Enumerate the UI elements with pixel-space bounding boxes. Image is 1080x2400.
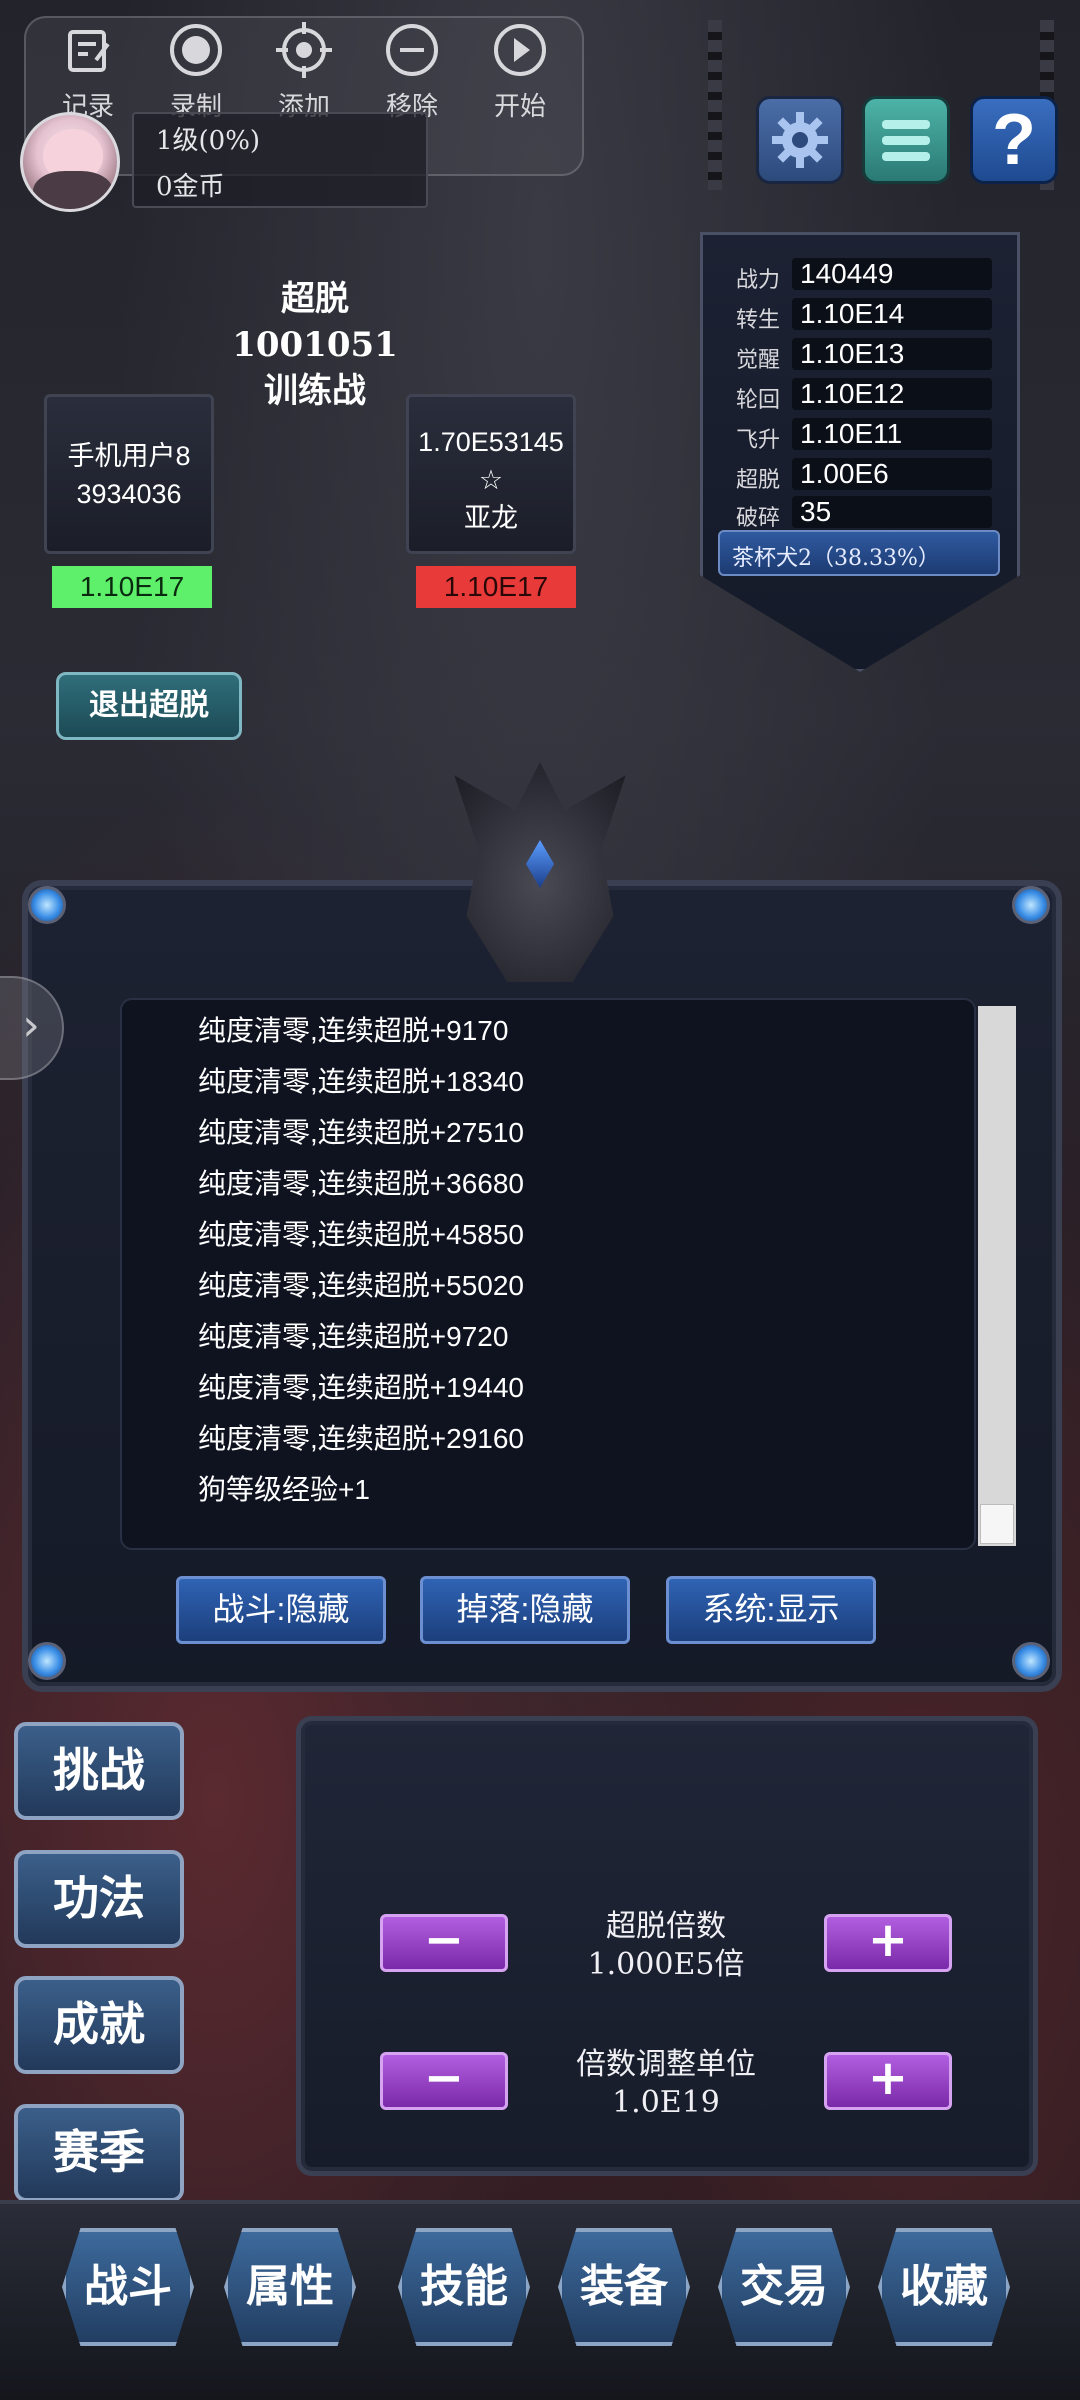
log-line: 纯度清零,连续超脱+19440: [198, 1372, 524, 1403]
stat-label: 轮回: [736, 388, 781, 413]
stat-value: 1.00E6: [800, 458, 889, 489]
log-line: 纯度清零,连续超脱+29160: [198, 1423, 524, 1454]
player-fighter-id: 3934036: [76, 479, 182, 509]
stat-value: 1.10E13: [800, 338, 905, 369]
stat-value: 140449: [800, 258, 894, 289]
corner-orb: [28, 1642, 66, 1680]
nav-trade[interactable]: 交易: [718, 2228, 850, 2346]
log-line: 纯度清零,连续超脱+36680: [198, 1168, 524, 1199]
exit-transcend-button[interactable]: 退出超脱: [56, 672, 242, 740]
stat-label: 超脱: [736, 468, 781, 493]
stat-row-samsara: 轮回 1.10E12: [736, 378, 992, 413]
unit-increase-button[interactable]: +: [824, 2052, 952, 2110]
achievement-button[interactable]: 成就: [14, 1976, 184, 2074]
nav-equipment[interactable]: 装备: [558, 2228, 690, 2346]
unit-decrease-button[interactable]: −: [380, 2052, 508, 2110]
stat-row-rebirth: 转生 1.10E14: [736, 298, 992, 333]
settings-button[interactable]: [756, 96, 844, 184]
enemy-fighter-card: 1.70E53145 ☆ 亚龙: [406, 394, 576, 554]
nav-collection[interactable]: 收藏: [878, 2228, 1010, 2346]
recorder-start-button[interactable]: 开始: [470, 22, 570, 162]
stat-label: 破碎: [736, 506, 781, 531]
player-fighter-name: 手机用户8: [67, 441, 191, 471]
stat-value: 1.10E11: [800, 418, 903, 449]
unit-label: 倍数调整单位: [576, 2047, 756, 2082]
gear-icon: [772, 112, 828, 168]
menu-icon: [882, 120, 930, 161]
unit-value: 1.0E19: [612, 2085, 720, 2120]
player-fighter-card: 手机用户8 3934036: [44, 394, 214, 554]
enemy-name: 亚龙: [464, 503, 518, 533]
nav-battle[interactable]: 战斗: [62, 2228, 194, 2346]
rate-label: 超脱倍数: [606, 1909, 726, 1944]
stat-row-ascend: 飞升 1.10E11: [736, 418, 992, 453]
enemy-hp-bar: 1.10E17: [416, 566, 576, 608]
rate-increase-button[interactable]: +: [824, 1914, 952, 1972]
stat-label: 战力: [736, 268, 781, 293]
nav-attributes[interactable]: 属性: [224, 2228, 356, 2346]
filter-system-button[interactable]: 系统:显示: [666, 1576, 876, 1644]
stat-value: 1.10E14: [800, 298, 905, 329]
log-line: 纯度清零,连续超脱+55020: [198, 1270, 524, 1301]
stat-value: 35: [800, 496, 832, 527]
unit-display: 倍数调整单位 1.0E19: [536, 2046, 796, 2122]
corner-orb: [1012, 1642, 1050, 1680]
log-line: 纯度清零,连续超脱+9170: [198, 1015, 509, 1046]
rate-display: 超脱倍数 1.000E5倍: [536, 1908, 796, 1984]
player-level: 1级(0%): [156, 126, 261, 156]
battle-mode: 训练战: [264, 371, 366, 411]
nav-skills[interactable]: 技能: [398, 2228, 530, 2346]
stat-row-awaken: 觉醒 1.10E13: [736, 338, 992, 373]
log-line: 纯度清零,连续超脱+18340: [198, 1066, 524, 1097]
log-line: 纯度清零,连续超脱+27510: [198, 1117, 524, 1148]
log-scrollbar[interactable]: [978, 1006, 1016, 1546]
corner-orb: [28, 886, 66, 924]
filter-drop-button[interactable]: 掉落:隐藏: [420, 1576, 630, 1644]
enemy-star: ☆: [478, 465, 504, 495]
stat-row-power: 战力 140449: [736, 258, 992, 293]
player-gold: 0金币: [156, 172, 225, 202]
minus-circle-icon: [386, 24, 438, 76]
filter-battle-button[interactable]: 战斗:隐藏: [176, 1576, 386, 1644]
skill-method-button[interactable]: 功法: [14, 1850, 184, 1948]
log-line: 纯度清零,连续超脱+45850: [198, 1219, 524, 1250]
pet-progress[interactable]: 茶杯犬2（38.33%）: [718, 530, 1000, 576]
help-button[interactable]: ?: [970, 96, 1058, 184]
log-line: 狗等级经验+1: [198, 1474, 370, 1505]
target-icon: [276, 22, 332, 78]
rate-decrease-button[interactable]: −: [380, 1914, 508, 1972]
avatar[interactable]: [20, 112, 120, 212]
log-line: 纯度清零,连续超脱+9720: [198, 1321, 509, 1352]
enemy-power: 1.70E53145: [418, 427, 564, 457]
stat-value: 1.10E12: [800, 378, 905, 409]
chain-decoration: [708, 20, 722, 190]
stat-label: 觉醒: [736, 348, 781, 373]
battle-stage: 超脱1001051: [232, 279, 398, 365]
recorder-start-label: 开始: [493, 92, 546, 122]
player-hp-bar: 1.10E17: [52, 566, 212, 608]
record-icon: [170, 24, 222, 76]
menu-button[interactable]: [862, 96, 950, 184]
stat-row-transcend: 超脱 1.00E6: [736, 458, 992, 493]
log-scrollbar-thumb[interactable]: [980, 1504, 1014, 1544]
challenge-button[interactable]: 挑战: [14, 1722, 184, 1820]
edit-icon: [68, 30, 110, 72]
stat-label: 转生: [736, 308, 781, 333]
rate-value: 1.000E5倍: [587, 1947, 745, 1982]
corner-orb: [1012, 886, 1050, 924]
play-icon: [494, 24, 546, 76]
season-button[interactable]: 赛季: [14, 2104, 184, 2202]
stat-label: 飞升: [736, 428, 781, 453]
battle-title: 超脱1001051 训练战: [200, 276, 430, 414]
stat-row-shatter: 破碎 35: [736, 496, 992, 531]
